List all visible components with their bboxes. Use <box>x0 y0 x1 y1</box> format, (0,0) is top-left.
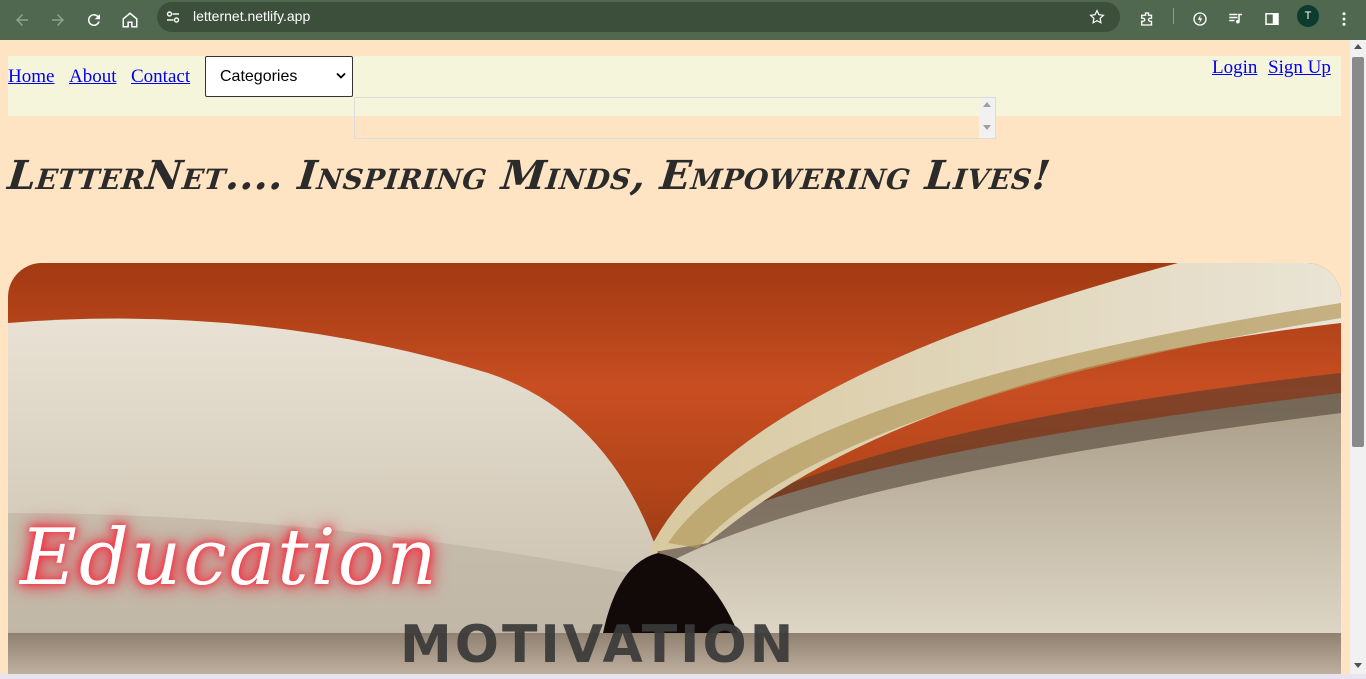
hero-banner-image: Education MOTIVATION <box>8 263 1341 674</box>
address-bar[interactable]: letternet.netlify.app <box>157 2 1120 32</box>
reload-icon <box>87 14 100 27</box>
browser-toolbar: letternet.netlify.app T <box>0 0 1366 40</box>
embedded-frame[interactable] <box>354 97 996 139</box>
profile-avatar[interactable]: T <box>1297 5 1319 27</box>
open-book-illustration <box>8 263 1341 674</box>
performance-icon <box>1193 12 1207 26</box>
page-content: Home About Contact Categories Login Sign… <box>0 40 1350 674</box>
embedded-frame-scrollbar[interactable] <box>979 98 995 138</box>
site-info-icon[interactable] <box>165 9 181 25</box>
signup-link[interactable]: Sign Up <box>1268 57 1331 79</box>
scroll-up-icon[interactable] <box>1354 44 1362 49</box>
home-button[interactable] <box>116 6 144 34</box>
chevron-down-icon <box>336 72 346 79</box>
menu-icon <box>1342 12 1346 26</box>
scroll-down-icon[interactable] <box>1354 663 1362 668</box>
toolbar-separator <box>1173 8 1174 24</box>
reload-button[interactable] <box>80 6 108 34</box>
banner-education-text: Education <box>20 513 439 603</box>
extensions-icon <box>1141 12 1153 26</box>
nav-link-about[interactable]: About <box>69 66 117 88</box>
url-text[interactable]: letternet.netlify.app <box>193 8 310 24</box>
back-button[interactable] <box>8 6 36 34</box>
bookmark-star-icon[interactable] <box>1088 8 1106 26</box>
performance-button[interactable] <box>1187 6 1213 32</box>
page-scrollbar[interactable] <box>1350 40 1366 674</box>
forward-button[interactable] <box>44 6 72 34</box>
banner-motivation-text: MOTIVATION <box>400 615 797 674</box>
back-icon <box>16 14 28 26</box>
nav-link-home[interactable]: Home <box>8 66 54 88</box>
media-button[interactable] <box>1223 6 1249 32</box>
browser-menu-button[interactable] <box>1331 6 1357 32</box>
home-icon <box>122 12 138 28</box>
window-bottom-edge <box>0 674 1366 679</box>
side-panel-button[interactable] <box>1259 6 1285 32</box>
login-link[interactable]: Login <box>1212 57 1257 79</box>
side-panel-icon <box>1265 13 1279 25</box>
scrollbar-thumb[interactable] <box>1352 57 1364 447</box>
scroll-up-icon[interactable] <box>983 102 991 107</box>
page-headline: LetterNet.... Inspiring Minds, Empowerin… <box>5 152 1053 199</box>
scroll-down-icon[interactable] <box>983 125 991 130</box>
categories-select-value: Categories <box>220 67 298 85</box>
forward-icon <box>52 14 64 26</box>
extensions-button[interactable] <box>1134 6 1160 32</box>
nav-link-contact[interactable]: Contact <box>131 66 190 88</box>
categories-select[interactable]: Categories <box>205 56 353 97</box>
media-icon <box>1229 13 1242 24</box>
